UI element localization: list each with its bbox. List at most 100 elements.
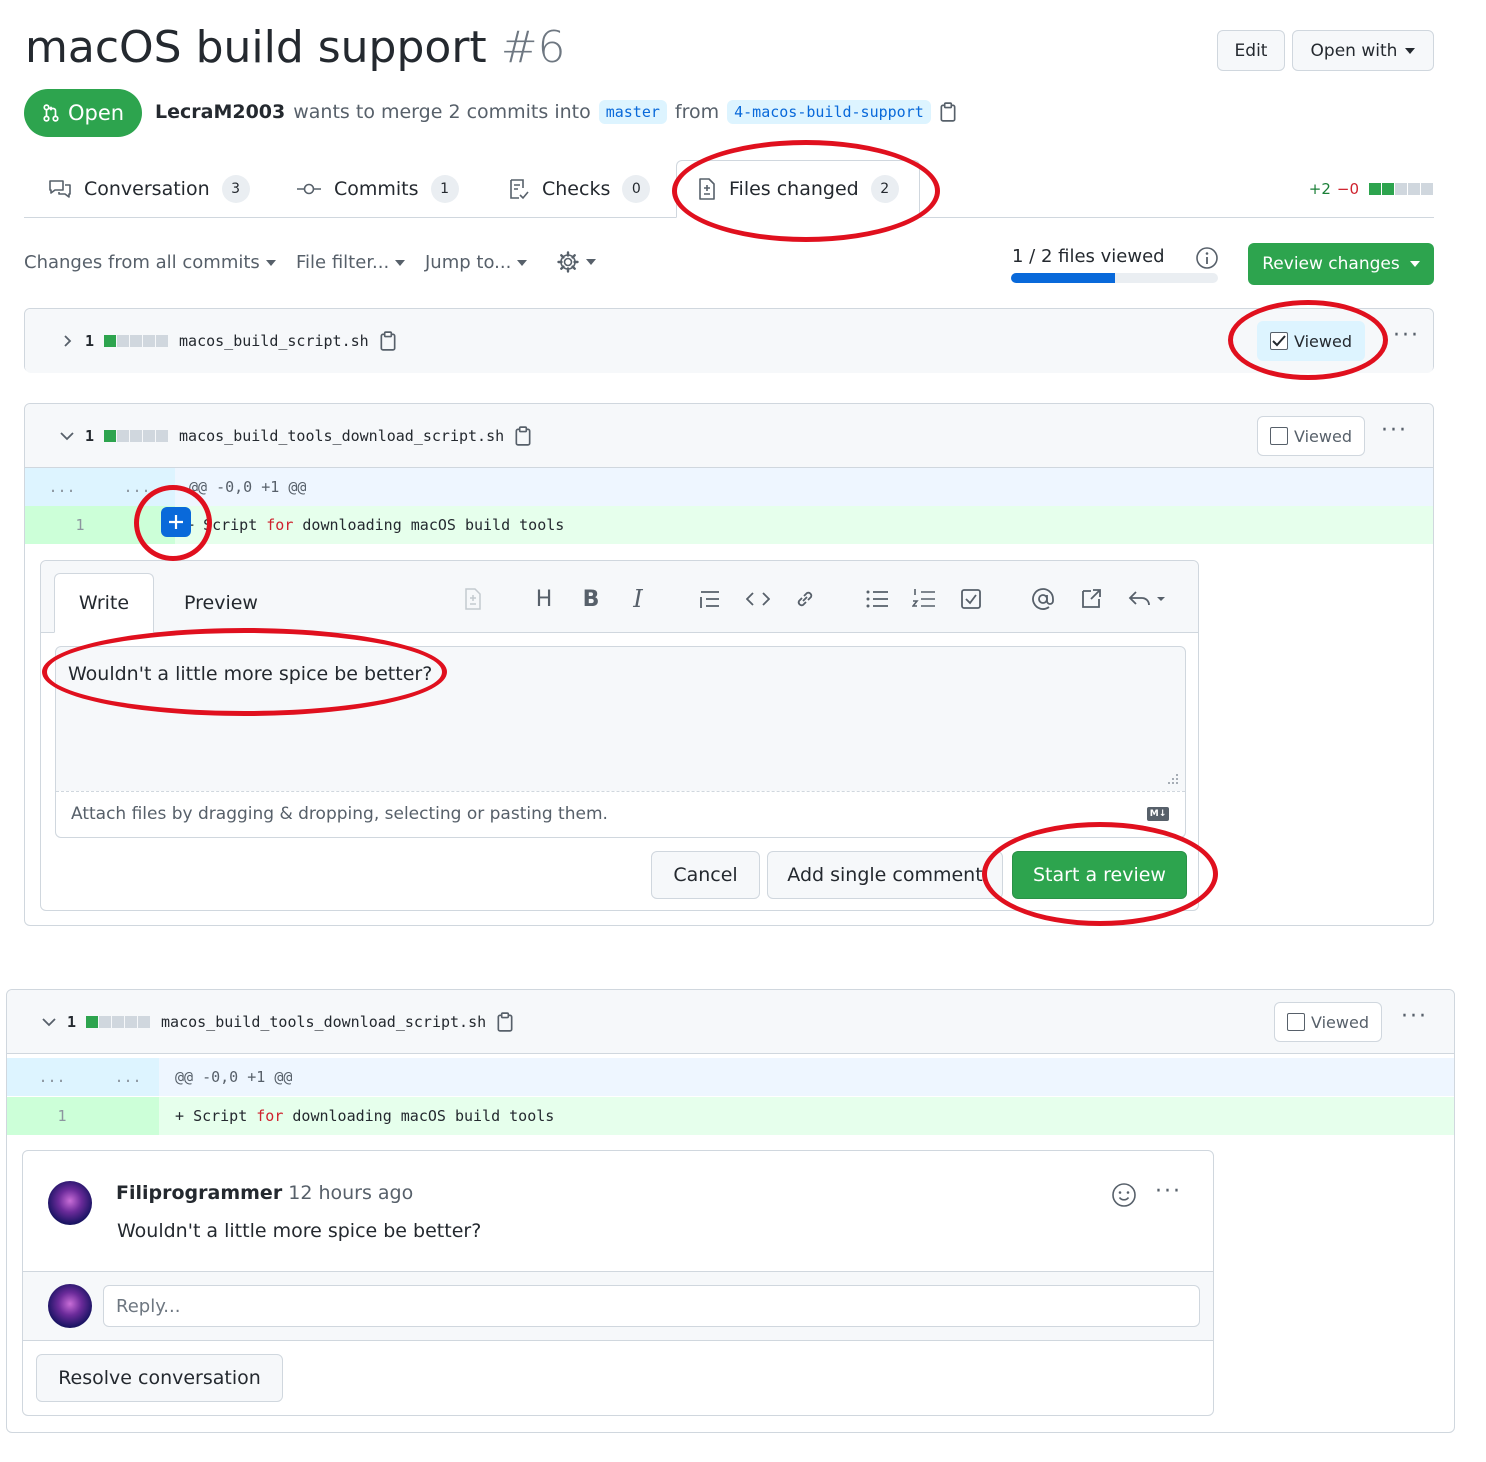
pr-meta: LecraM2003 wants to merge 2 commits into… [155,100,957,124]
gear-icon [557,251,579,273]
tab-files-changed[interactable]: Files changed 2 [676,160,920,218]
checkbox-checked-icon [1270,332,1288,350]
chevron-down-icon [517,259,528,266]
quote-icon[interactable] [694,583,726,615]
editor-toolbar: Write Preview H B I [41,561,1198,633]
checklist-icon [510,179,529,200]
chevron-down-icon [265,259,276,266]
attach-files-area[interactable]: Attach files by dragging & dropping, sel… [56,791,1185,837]
markdown-icon: M↓ [1147,807,1169,821]
diff-line-added: 1 + Script for downloading macOS build t… [7,1097,1454,1135]
pull-request-icon [43,104,59,122]
viewed-checkbox[interactable]: Viewed [1257,416,1365,456]
chevron-down-icon [395,259,406,266]
diffstat-bar [86,1016,151,1028]
page-title: macOS build support #6 [25,22,566,73]
file-header: 1 macos_build_tools_download_script.sh V… [25,404,1433,468]
comment-textarea[interactable]: Wouldn't a little more spice be better? … [55,646,1186,838]
file-name[interactable]: macos_build_script.sh [179,332,369,350]
base-branch[interactable]: master [598,100,667,124]
cross-reference-icon[interactable] [1075,583,1107,615]
bold-icon[interactable]: B [575,583,607,615]
suggestion-icon[interactable] [457,583,489,615]
file-filter-dropdown[interactable]: File filter... [296,252,406,273]
edit-button[interactable]: Edit [1217,30,1285,71]
review-changes-button[interactable]: Review changes [1248,243,1434,285]
plus-icon [169,515,183,529]
status-badge: Open [24,89,142,137]
file-name[interactable]: macos_build_tools_download_script.sh [179,427,504,445]
link-icon[interactable] [789,583,821,615]
file-name[interactable]: macos_build_tools_download_script.sh [161,1013,486,1031]
author-link[interactable]: LecraM2003 [155,101,285,123]
diffstat-bar [104,335,169,347]
tab-commits[interactable]: Commits 1 [296,160,459,218]
open-with-button[interactable]: Open with [1292,30,1434,71]
chevron-down-icon [1409,261,1420,267]
copy-icon[interactable] [939,102,957,122]
tab-conversation[interactable]: Conversation 3 [48,160,250,218]
cancel-button[interactable]: Cancel [651,851,760,899]
diffstat-bar [1369,183,1434,195]
hunk-header: ... ... @@ -0,0 +1 @@ [25,468,1433,506]
task-list-icon[interactable] [955,583,987,615]
comment-author[interactable]: Filiprogrammer [116,1182,282,1204]
chevron-right-icon[interactable] [61,334,75,348]
checkbox-icon [1270,427,1288,445]
reply-area: Reply... [23,1271,1213,1341]
jump-to-dropdown[interactable]: Jump to... [425,252,528,273]
comment-time[interactable]: 12 hours ago [288,1182,413,1204]
file-header: 1 macos_build_script.sh Viewed ··· [25,309,1433,373]
chevron-down-icon [586,259,596,265]
diffstat-bar [104,430,169,442]
files-viewed-label: 1 / 2 files viewed [1012,246,1165,267]
resolve-conversation-button[interactable]: Resolve conversation [36,1354,283,1402]
diff-line-added: 1 + Script for downloading macOS build t… [25,506,1433,544]
commit-icon [297,183,321,195]
italic-icon[interactable]: I [622,583,654,615]
more-options-icon[interactable]: ··· [1381,418,1408,443]
tab-checks[interactable]: Checks 0 [508,160,651,218]
copy-icon[interactable] [514,426,532,446]
comment-discussion-icon [49,180,71,198]
file-box: 1 macos_build_script.sh Viewed ··· [24,308,1434,373]
add-comment-button[interactable] [161,507,191,537]
comment-header: Filiprogrammer 12 hours ago [116,1182,413,1204]
code-icon[interactable] [742,583,774,615]
ordered-list-icon[interactable] [908,583,940,615]
unordered-list-icon[interactable] [861,583,893,615]
file-header: 1 macos_build_tools_download_script.sh V… [7,990,1454,1054]
start-review-button[interactable]: Start a review [1012,851,1187,899]
info-icon[interactable] [1195,246,1219,270]
resize-handle-icon[interactable] [1167,773,1179,785]
diff-settings-button[interactable] [556,250,596,274]
more-options-icon[interactable]: ··· [1401,1004,1428,1029]
tab-write[interactable]: Write [54,573,154,633]
saved-replies-icon[interactable] [1123,583,1173,615]
more-options-icon[interactable]: ··· [1155,1179,1182,1204]
pr-number: #6 [500,22,566,73]
comment-body: Wouldn't a little more spice be better? [117,1220,482,1242]
review-thread: Filiprogrammer 12 hours ago ··· Wouldn't… [22,1150,1214,1416]
more-options-icon[interactable]: ··· [1393,323,1420,348]
head-branch[interactable]: 4-macos-build-support [727,100,931,124]
chevron-down-icon [1405,47,1416,54]
files-viewed-progress [1011,273,1218,283]
viewed-checkbox[interactable]: Viewed [1257,321,1365,361]
chevron-down-icon[interactable] [59,429,75,443]
reply-input[interactable]: Reply... [103,1285,1200,1327]
copy-icon[interactable] [496,1012,514,1032]
chevron-down-icon[interactable] [41,1015,57,1029]
copy-icon[interactable] [379,331,397,351]
tab-preview[interactable]: Preview [171,573,271,633]
mention-icon[interactable] [1027,583,1059,615]
file-diff-icon [699,178,715,200]
viewed-checkbox[interactable]: Viewed [1274,1002,1382,1042]
avatar[interactable] [48,1181,92,1225]
add-single-comment-button[interactable]: Add single comment [767,851,1003,899]
changes-from-dropdown[interactable]: Changes from all commits [24,252,276,273]
smiley-icon[interactable] [1111,1182,1137,1208]
heading-icon[interactable]: H [528,583,560,615]
avatar[interactable] [48,1284,92,1328]
hunk-header: ... ... @@ -0,0 +1 @@ [7,1058,1454,1096]
